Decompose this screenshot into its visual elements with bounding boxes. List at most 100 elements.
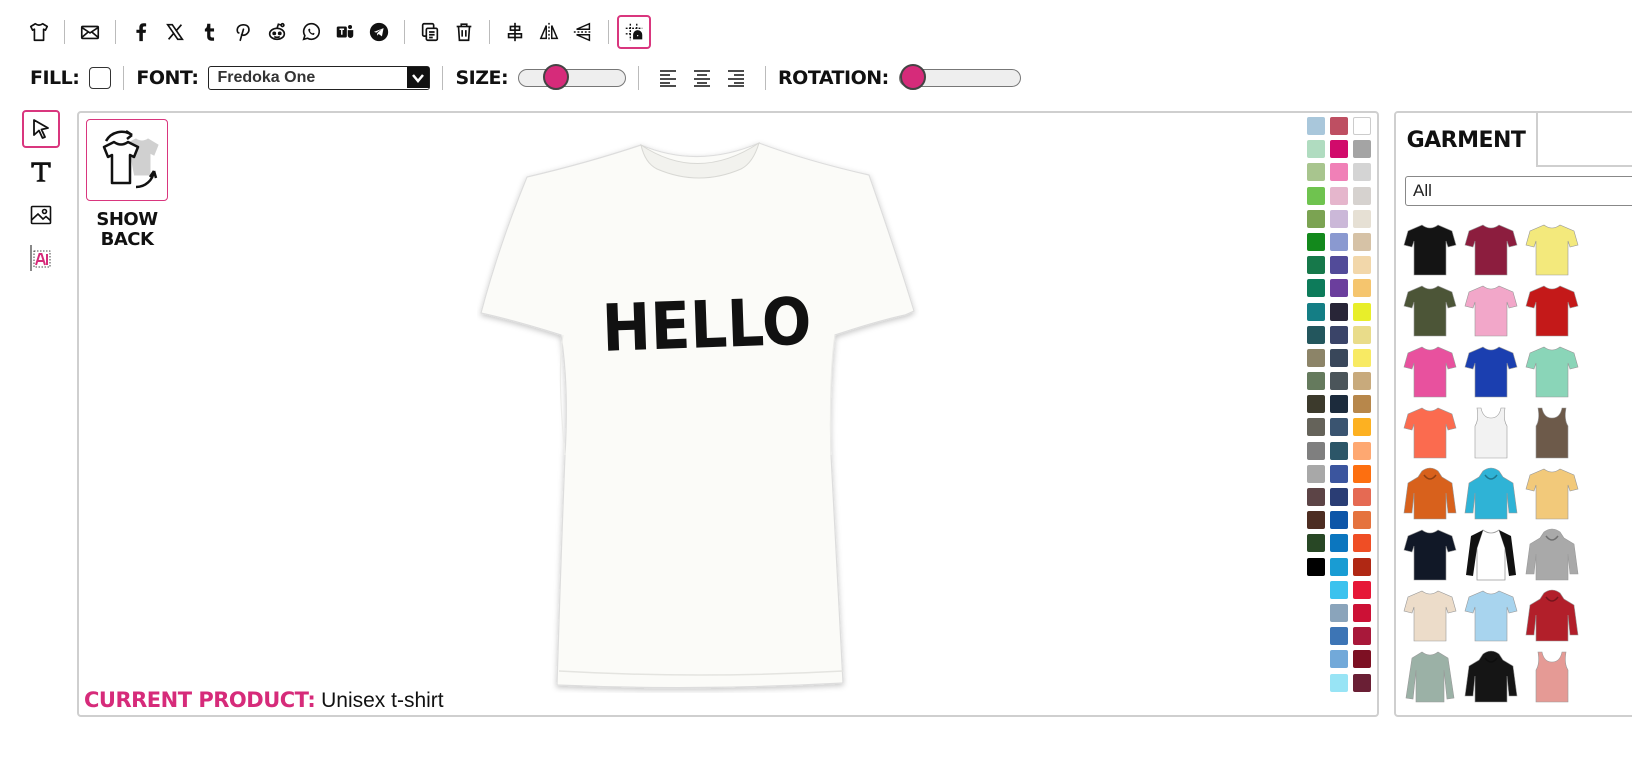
font-select[interactable]: Fredoka One <box>208 66 431 90</box>
color-swatch[interactable] <box>1353 488 1371 506</box>
facebook-icon[interactable] <box>124 15 158 49</box>
size-slider[interactable] <box>518 64 627 90</box>
color-swatch[interactable] <box>1307 557 1325 576</box>
image-tool-icon[interactable] <box>22 196 60 234</box>
color-swatch[interactable] <box>1307 186 1325 205</box>
color-swatch[interactable] <box>1353 603 1371 622</box>
color-swatch[interactable] <box>1330 395 1348 414</box>
color-swatch[interactable] <box>1330 464 1348 483</box>
color-swatch[interactable] <box>1353 209 1371 228</box>
color-swatch[interactable] <box>1330 673 1348 692</box>
sand-tshirt-thumb[interactable] <box>1402 587 1458 643</box>
sage-longsleeve-thumb[interactable] <box>1402 648 1458 704</box>
color-swatch[interactable] <box>1307 511 1325 530</box>
color-swatch[interactable] <box>1307 117 1325 135</box>
color-swatch[interactable] <box>1353 395 1371 414</box>
color-swatch[interactable] <box>1330 140 1348 159</box>
color-swatch[interactable] <box>1307 209 1325 228</box>
color-swatch[interactable] <box>1330 627 1348 646</box>
color-swatch[interactable] <box>1353 279 1371 298</box>
tiedye-tshirt-thumb[interactable] <box>1524 465 1580 521</box>
color-swatch[interactable] <box>1307 256 1325 275</box>
rotation-slider[interactable] <box>898 64 1021 90</box>
design-text-hello[interactable]: HELLO <box>601 283 813 366</box>
ombre-tshirt-thumb[interactable] <box>1463 587 1519 643</box>
color-swatch[interactable] <box>1330 209 1348 228</box>
ai-tool-icon[interactable] <box>22 239 60 277</box>
color-swatch[interactable] <box>1353 627 1371 646</box>
color-swatch[interactable] <box>1307 418 1325 437</box>
color-swatch[interactable] <box>1353 650 1371 669</box>
color-swatch[interactable] <box>1307 279 1325 298</box>
color-swatch[interactable] <box>1353 372 1371 391</box>
color-swatch[interactable] <box>1353 325 1371 344</box>
color-swatch[interactable] <box>1307 441 1325 460</box>
color-swatch[interactable] <box>1307 302 1325 321</box>
color-swatch[interactable] <box>1353 673 1371 692</box>
color-swatch[interactable] <box>1330 302 1348 321</box>
pinterest-icon[interactable] <box>226 15 260 49</box>
delete-icon[interactable] <box>447 15 481 49</box>
color-swatch[interactable] <box>1353 186 1371 205</box>
color-swatch[interactable] <box>1330 534 1348 553</box>
design-canvas[interactable]: SHOW BACK HELLO CURRENT PRODUCT: Unisex … <box>77 111 1379 717</box>
color-swatch[interactable] <box>1353 464 1371 483</box>
black-tshirt-thumb[interactable] <box>1402 221 1458 277</box>
color-swatch[interactable] <box>1330 603 1348 622</box>
size-slider-knob[interactable] <box>543 64 570 90</box>
color-swatch[interactable] <box>1330 557 1348 576</box>
color-swatch[interactable] <box>1307 395 1325 414</box>
color-swatch[interactable] <box>1353 557 1371 576</box>
color-swatch[interactable] <box>1330 650 1348 669</box>
pink-tshirt-thumb[interactable] <box>1463 282 1519 338</box>
color-swatch[interactable] <box>1353 511 1371 530</box>
color-swatch[interactable] <box>1330 441 1348 460</box>
varsity-jacket-thumb[interactable] <box>1524 587 1580 643</box>
fill-color-picker[interactable] <box>89 67 112 89</box>
color-swatch[interactable] <box>1330 256 1348 275</box>
grey-hoodie-thumb[interactable] <box>1524 526 1580 582</box>
raglan-thumb[interactable] <box>1463 526 1519 582</box>
product-icon[interactable] <box>22 15 56 49</box>
color-swatch[interactable] <box>1330 232 1348 251</box>
color-swatch[interactable] <box>1330 117 1348 135</box>
align-right-icon[interactable] <box>719 64 753 92</box>
color-swatch[interactable] <box>1330 163 1348 182</box>
color-swatch[interactable] <box>1330 348 1348 367</box>
color-swatch[interactable] <box>1307 163 1325 182</box>
color-swatch[interactable] <box>1330 279 1348 298</box>
show-back-button[interactable] <box>86 119 168 201</box>
magenta-tshirt-thumb[interactable] <box>1402 343 1458 399</box>
color-swatch[interactable] <box>1353 232 1371 251</box>
color-swatch[interactable] <box>1307 372 1325 391</box>
whatsapp-icon[interactable] <box>294 15 328 49</box>
flip-horizontal-icon[interactable] <box>532 15 566 49</box>
telegram-icon[interactable] <box>362 15 396 49</box>
garment-filter-select[interactable]: All <box>1405 176 1632 206</box>
tab-garment[interactable]: GARMENT <box>1396 113 1538 167</box>
align-left-icon[interactable] <box>651 64 685 92</box>
reddit-icon[interactable] <box>260 15 294 49</box>
mint-tshirt-thumb[interactable] <box>1524 343 1580 399</box>
color-swatch[interactable] <box>1330 488 1348 506</box>
color-swatch[interactable] <box>1330 511 1348 530</box>
teams-icon[interactable] <box>328 15 362 49</box>
text-tool-icon[interactable] <box>22 153 60 191</box>
color-swatch[interactable] <box>1353 140 1371 159</box>
color-swatch[interactable] <box>1330 186 1348 205</box>
duplicate-icon[interactable] <box>413 15 447 49</box>
color-swatch[interactable] <box>1353 117 1371 135</box>
salmon-tank-thumb[interactable] <box>1524 648 1580 704</box>
color-swatch[interactable] <box>1307 140 1325 159</box>
maroon-tshirt-thumb[interactable] <box>1463 221 1519 277</box>
white-tank-thumb[interactable] <box>1463 404 1519 460</box>
color-swatch[interactable] <box>1330 580 1348 599</box>
color-swatch[interactable] <box>1307 232 1325 251</box>
color-swatch[interactable] <box>1307 325 1325 344</box>
color-swatch[interactable] <box>1307 464 1325 483</box>
color-swatch[interactable] <box>1353 534 1371 553</box>
rotation-slider-knob[interactable] <box>899 64 926 90</box>
align-center-icon[interactable] <box>498 15 532 49</box>
color-swatch[interactable] <box>1353 302 1371 321</box>
color-swatch[interactable] <box>1353 580 1371 599</box>
